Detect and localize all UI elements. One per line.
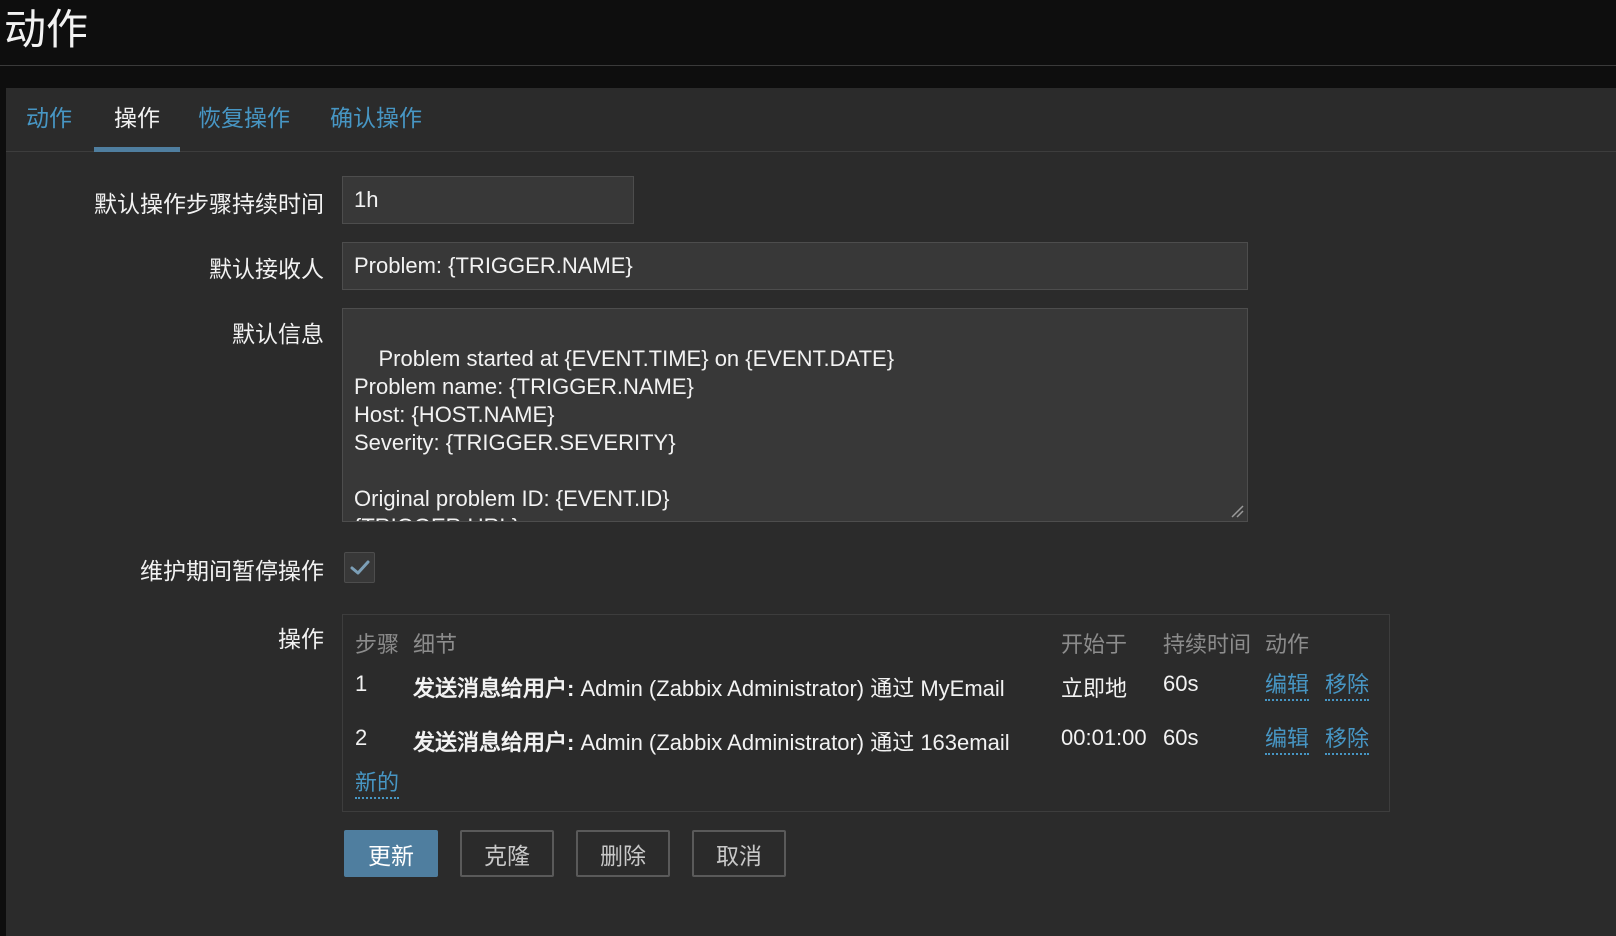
- default-message-textarea[interactable]: Problem started at {EVENT.TIME} on {EVEN…: [342, 308, 1248, 522]
- table-row-1-edit-link[interactable]: 编辑: [1265, 671, 1310, 701]
- operations-table: 步骤 细节 开始于 持续时间 动作 1 发送消息给用户: Admin (Zabb…: [342, 614, 1390, 812]
- step-duration-value: 1h: [354, 187, 379, 212]
- new-operation-link[interactable]: 新的: [355, 769, 400, 799]
- step-duration-label: 默认操作步骤持续时间: [94, 192, 324, 218]
- column-header-details: 细节: [413, 632, 458, 657]
- default-subject-label: 默认接收人: [209, 257, 324, 283]
- tab-bar: 动作 操作 恢复操作 确认操作: [6, 88, 1616, 152]
- tab-acknowledge-operations[interactable]: 确认操作: [324, 88, 428, 152]
- clone-button[interactable]: 克隆: [460, 830, 554, 877]
- table-row-1-duration: 60s: [1163, 671, 1199, 696]
- table-row-1-start-in: 立即地: [1061, 676, 1128, 701]
- update-button[interactable]: 更新: [344, 830, 438, 877]
- tab-recovery-operations[interactable]: 恢复操作: [192, 88, 296, 152]
- default-message-value: Problem started at {EVENT.TIME} on {EVEN…: [354, 346, 895, 521]
- default-subject-input[interactable]: Problem: {TRIGGER.NAME}: [342, 242, 1248, 290]
- table-row-2-step: 2: [355, 725, 368, 750]
- table-row-2-details: 发送消息给用户: Admin (Zabbix Administrator) 通过…: [413, 725, 1010, 757]
- table-row-2-details-text: Admin (Zabbix Administrator) 通过 163email: [580, 730, 1010, 755]
- column-header-start-in: 开始于: [1061, 632, 1128, 657]
- checkmark-icon: [350, 560, 369, 574]
- step-duration-input[interactable]: 1h: [342, 176, 634, 224]
- action-form-panel: 动作 操作 恢复操作 确认操作 默认操作步骤持续时间 1h 默认接收人 Prob…: [6, 88, 1616, 936]
- column-header-duration: 持续时间: [1163, 632, 1252, 657]
- page-title: 动作: [4, 5, 89, 54]
- tab-operations[interactable]: 操作: [94, 88, 180, 152]
- table-row-2-start-in: 00:01:00: [1061, 725, 1147, 750]
- table-row-1-details: 发送消息给用户: Admin (Zabbix Administrator) 通过…: [413, 671, 1005, 703]
- pause-maintenance-label: 维护期间暂停操作: [140, 559, 324, 585]
- tab-action[interactable]: 动作: [18, 88, 80, 152]
- table-row-2-duration: 60s: [1163, 725, 1199, 750]
- operations-label: 操作: [278, 627, 324, 653]
- table-row-1-remove-link[interactable]: 移除: [1325, 671, 1370, 701]
- table-row-1-details-type: 发送消息给用户:: [413, 676, 575, 701]
- resize-handle-icon[interactable]: [1230, 504, 1244, 518]
- table-row-1-step: 1: [355, 671, 368, 696]
- page-header: 动作: [0, 0, 1616, 66]
- table-row-2-details-type: 发送消息给用户:: [413, 730, 575, 755]
- table-row-1-details-text: Admin (Zabbix Administrator) 通过 MyEmail: [580, 676, 1005, 701]
- delete-button[interactable]: 删除: [576, 830, 670, 877]
- cancel-button[interactable]: 取消: [692, 830, 786, 877]
- column-header-action: 动作: [1265, 632, 1310, 657]
- column-header-steps: 步骤: [355, 632, 400, 657]
- table-row-2-edit-link[interactable]: 编辑: [1265, 725, 1310, 755]
- default-subject-value: Problem: {TRIGGER.NAME}: [354, 253, 633, 278]
- default-message-label: 默认信息: [232, 322, 324, 348]
- pause-maintenance-checkbox[interactable]: [344, 552, 375, 583]
- table-row-2-remove-link[interactable]: 移除: [1325, 725, 1370, 755]
